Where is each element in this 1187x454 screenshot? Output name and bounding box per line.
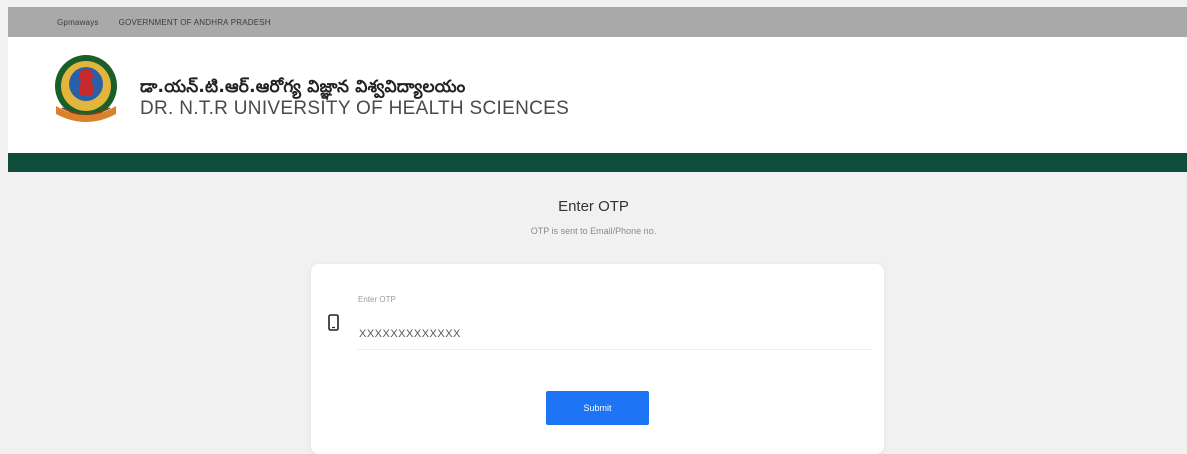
header-divider-bar bbox=[8, 153, 1187, 172]
site-header: డా.యన్.టి.ఆర్.ఆరోగ్య విజ్ఞాన విశ్వవిద్యా… bbox=[8, 37, 1187, 153]
university-name-english: DR. N.T.R UNIVERSITY OF HEALTH SCIENCES bbox=[140, 98, 570, 119]
topbar-link-1[interactable]: Gpmaways bbox=[57, 18, 99, 27]
top-bar: Gpmaways GOVERNMENT OF ANDHRA PRADESH bbox=[8, 7, 1187, 37]
otp-field-label: Enter OTP bbox=[358, 295, 396, 304]
topbar-link-2[interactable]: GOVERNMENT OF ANDHRA PRADESH bbox=[119, 18, 271, 27]
otp-card: Enter OTP Submit bbox=[311, 264, 884, 454]
university-emblem-icon bbox=[55, 55, 117, 122]
otp-input[interactable] bbox=[357, 319, 871, 350]
mobile-phone-icon bbox=[328, 314, 339, 331]
page-title: Enter OTP bbox=[558, 198, 629, 215]
submit-button[interactable]: Submit bbox=[546, 391, 649, 425]
page-subtitle: OTP is sent to Email/Phone no. bbox=[530, 226, 657, 236]
